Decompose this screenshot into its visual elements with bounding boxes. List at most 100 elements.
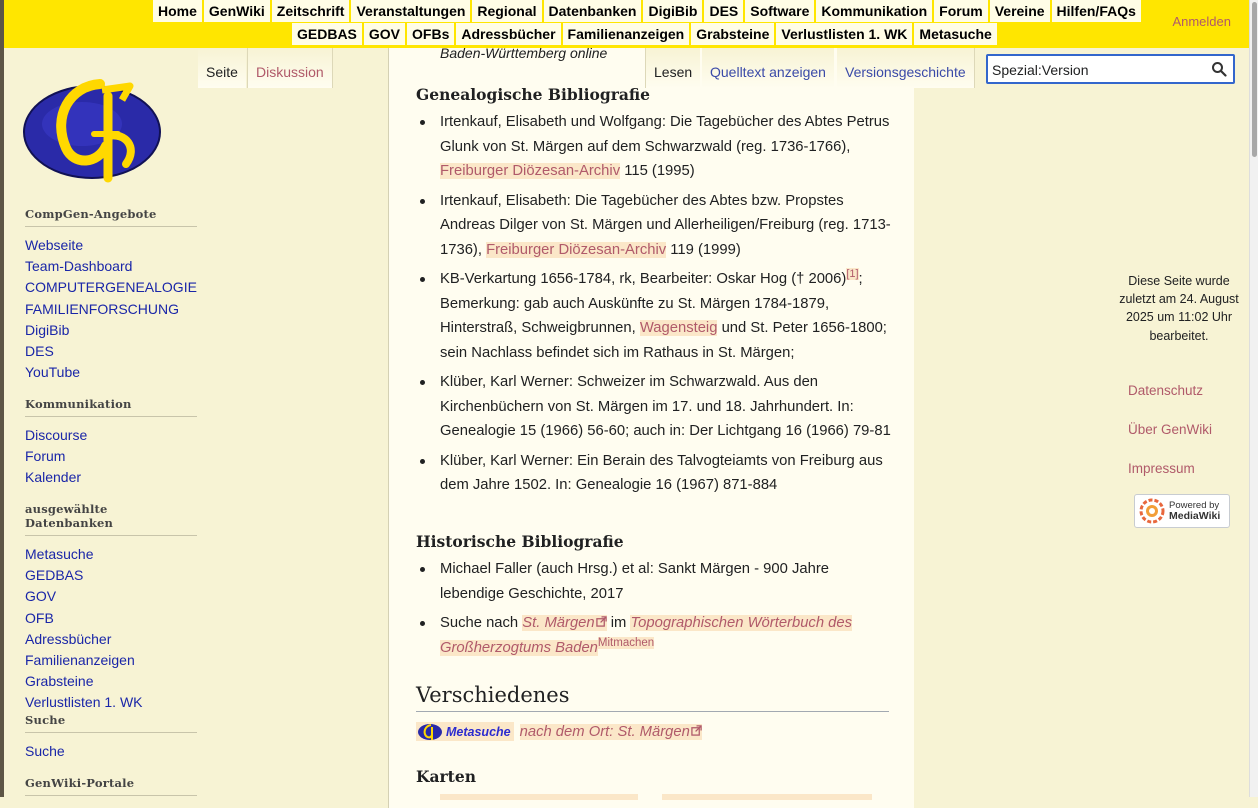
nav-adressbuecher[interactable]: Adressbücher [456, 23, 563, 45]
portal-heading: Kommunikation [25, 397, 197, 417]
powered-by-mediawiki-badge[interactable]: Powered by MediaWiki [1134, 494, 1230, 528]
sidebar-item-suche[interactable]: Suche [25, 743, 65, 759]
sidebar-item-computergenealogie[interactable]: COMPUTERGENEALOGIE [25, 279, 197, 295]
heading-genealogische-bibliografie: Genealogische Bibliografie [416, 85, 651, 104]
link-ort-st-maergen[interactable]: nach dem Ort: St. Märgen [519, 723, 702, 740]
sidebar-portal-genwiki-portale: GenWiki-Portale [25, 776, 197, 804]
metasuche-badge[interactable]: Metasuche [416, 722, 514, 741]
sidebar-item-ofb[interactable]: OFB [25, 610, 54, 626]
metasuche-line: Metasuche nach dem Ort: St. Märgen [416, 722, 702, 741]
footer-link-ueber-genwiki[interactable]: Über GenWiki [1128, 422, 1212, 437]
list-item: Irtenkauf, Elisabeth und Wolfgang: Die T… [416, 110, 892, 184]
genwiki-mini-logo-icon [418, 724, 442, 740]
genealogische-bibliografie-list: Irtenkauf, Elisabeth und Wolfgang: Die T… [416, 110, 892, 503]
navbar-row-primary: Home GenWiki Zeitschrift Veranstaltungen… [153, 0, 1143, 22]
search-icon[interactable] [1211, 61, 1227, 77]
karten-image-placeholder[interactable] [440, 794, 638, 800]
nav-verlustlisten[interactable]: Verlustlisten 1. WK [776, 23, 915, 45]
sidebar-item-gedbas[interactable]: GEDBAS [25, 567, 83, 583]
sidebar-item-webseite[interactable]: Webseite [25, 237, 83, 253]
navbar-row-databases: GEDBAS GOV OFBs Adressbücher Familienanz… [292, 23, 999, 45]
list-item: KB-Verkartung 1656-1784, rk, Bearbeiter:… [416, 267, 892, 365]
nav-datenbanken[interactable]: Datenbanken [543, 0, 644, 22]
nav-vereine[interactable]: Vereine [989, 0, 1052, 22]
sidebar-item-team-dashboard[interactable]: Team-Dashboard [25, 258, 132, 274]
search-input[interactable] [992, 60, 1207, 80]
nav-hilfen[interactable]: Hilfen/FAQs [1051, 0, 1143, 22]
link-freiburger-dioezesan-archiv[interactable]: Freiburger Diözesan-Archiv [440, 163, 621, 179]
nav-forum[interactable]: Forum [934, 0, 990, 22]
sidebar-item-verlustlisten[interactable]: Verlustlisten 1. WK [25, 694, 143, 710]
nav-metasuche[interactable]: Metasuche [914, 23, 999, 45]
portal-heading: ausgewählte Datenbanken [25, 502, 197, 536]
heading-karten: Karten [416, 767, 476, 786]
sidebar-item-grabsteine[interactable]: Grabsteine [25, 673, 93, 689]
sidebar-item-familienforschung[interactable]: FAMILIENFORSCHUNG [25, 301, 179, 317]
last-modified-info: Diese Seite wurde zuletzt am 24. August … [1119, 274, 1239, 343]
list-item: Michael Faller (auch Hrsg.) et al: Sankt… [416, 557, 892, 606]
search-box [986, 54, 1235, 84]
powered-by-text: Powered by MediaWiki [1169, 500, 1221, 522]
sidebar-item-discourse[interactable]: Discourse [25, 427, 87, 443]
nav-kommunikation[interactable]: Kommunikation [816, 0, 935, 22]
sidebar-portal-compgen: CompGen-Angebote Webseite Team-Dashboard… [25, 207, 197, 383]
heading-verschiedenes: Verschiedenes [416, 683, 889, 712]
portal-heading: Suche [25, 713, 197, 733]
mitmachen-link[interactable]: Mitmachen [597, 636, 655, 649]
nav-gov[interactable]: GOV [363, 23, 408, 45]
historische-bibliografie-list: Michael Faller (auch Hrsg.) et al: Sankt… [416, 557, 892, 665]
nav-veranstaltungen[interactable]: Veranstaltungen [351, 0, 473, 22]
genwiki-logo[interactable] [22, 76, 170, 186]
footnote-ref[interactable]: [1] [846, 268, 859, 281]
metasuche-label: Metasuche [446, 725, 511, 739]
list-item: Suche nach St. Märgen im Topographischen… [416, 611, 892, 660]
link-st-maergen[interactable]: St. Märgen [522, 615, 607, 631]
intro-fragment: Baden-Württemberg online [440, 45, 608, 61]
footer-link-impressum[interactable]: Impressum [1128, 461, 1195, 476]
heading-historische-bibliografie: Historische Bibliografie [416, 532, 624, 551]
nav-digibib[interactable]: DigiBib [643, 0, 705, 22]
sidebar-portal-kommunikation: Kommunikation Discourse Forum Kalender [25, 397, 197, 489]
portal-heading: GenWiki-Portale [25, 776, 197, 796]
sidebar-item-metasuche[interactable]: Metasuche [25, 546, 93, 562]
list-item: Irtenkauf, Elisabeth: Die Tagebücher des… [416, 189, 892, 263]
link-wagensteig[interactable]: Wagensteig [639, 320, 718, 336]
sidebar-item-digibib[interactable]: DigiBib [25, 322, 69, 338]
logo-area [4, 48, 206, 213]
vertical-scrollbar[interactable] [1249, 0, 1258, 797]
scrollbar-thumb[interactable] [1252, 2, 1257, 157]
tab-seite[interactable]: Seite [198, 48, 246, 88]
sidebar-item-familienanzeigen[interactable]: Familienanzeigen [25, 652, 135, 668]
sidebar-item-gov[interactable]: GOV [25, 588, 56, 604]
nav-grabsteine[interactable]: Grabsteine [691, 23, 777, 45]
list-item: Klüber, Karl Werner: Schweizer im Schwar… [416, 370, 892, 444]
sidebar-portal-suche: Suche Suche [25, 713, 197, 762]
tab-lesen[interactable]: Lesen [645, 48, 701, 88]
link-freiburger-dioezesan-archiv[interactable]: Freiburger Diözesan-Archiv [486, 241, 667, 258]
login-link[interactable]: Anmelden [1172, 14, 1231, 29]
nav-zeitschrift[interactable]: Zeitschrift [271, 0, 352, 22]
sidebar-item-des[interactable]: DES [25, 343, 54, 359]
sidebar-item-forum[interactable]: Forum [25, 448, 65, 464]
sidebar-item-adressbuecher[interactable]: Adressbücher [25, 631, 111, 647]
portal-heading: CompGen-Angebote [25, 207, 197, 227]
nav-genwiki[interactable]: GenWiki [203, 0, 272, 22]
sidebar-portal-datenbanken: ausgewählte Datenbanken Metasuche GEDBAS… [25, 502, 197, 714]
tab-versionsgeschichte[interactable]: Versionsgeschichte [837, 48, 975, 88]
external-link-icon [595, 616, 607, 627]
tab-diskussion[interactable]: Diskussion [247, 48, 333, 88]
nav-regional[interactable]: Regional [472, 0, 544, 22]
footer-link-datenschutz[interactable]: Datenschutz [1128, 383, 1203, 398]
external-link-icon [691, 724, 702, 736]
tab-quelltext-anzeigen[interactable]: Quelltext anzeigen [702, 48, 834, 88]
nav-des[interactable]: DES [704, 0, 746, 22]
main-content: Baden-Württemberg online Genealogische B… [388, 45, 914, 808]
nav-familienanzeigen[interactable]: Familienanzeigen [562, 23, 692, 45]
nav-home[interactable]: Home [153, 0, 204, 22]
sidebar-item-youtube[interactable]: YouTube [25, 364, 80, 380]
nav-ofbs[interactable]: OFBs [407, 23, 457, 45]
nav-gedbas[interactable]: GEDBAS [292, 23, 364, 45]
nav-software[interactable]: Software [745, 0, 817, 22]
karten-image-placeholder[interactable] [662, 794, 872, 800]
sidebar-item-kalender[interactable]: Kalender [25, 469, 81, 485]
